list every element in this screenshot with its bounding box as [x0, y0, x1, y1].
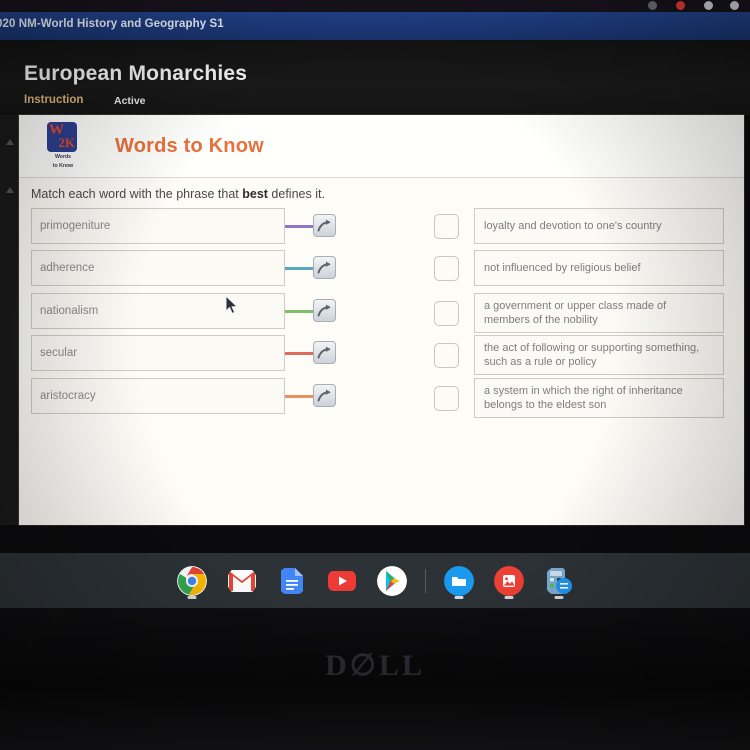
connector-line: [285, 225, 313, 228]
shelf-separator: [424, 568, 426, 593]
definition-text: a government or upper class made of memb…: [484, 300, 667, 326]
files-icon: [443, 565, 474, 596]
tab-dot-2[interactable]: [676, 1, 685, 10]
dell-logo: D∅LL: [325, 649, 425, 682]
page-title: European Monarchies: [24, 62, 248, 85]
word-box[interactable]: nationalism: [31, 293, 285, 329]
definition-checkbox[interactable]: [434, 256, 459, 281]
shelf-item-docs[interactable]: [275, 561, 309, 601]
gmail-icon: [227, 566, 257, 596]
connector-line: [285, 267, 313, 270]
definition-checkbox[interactable]: [434, 301, 459, 326]
shelf-item-chrome[interactable]: [175, 561, 209, 601]
instruction-text-b: defines it.: [267, 187, 325, 201]
w2k-caption-line1: Words: [54, 154, 72, 160]
running-indicator: [504, 596, 513, 599]
play-store-icon: [376, 565, 407, 596]
activity-card: W 2K Words to Know Words to Know Match e…: [19, 115, 744, 525]
definition-text: a system in which the right of inheritan…: [484, 385, 683, 411]
running-indicator: [554, 596, 563, 599]
words-to-know-logo: W 2K Words to Know: [47, 122, 79, 170]
word-label: adherence: [40, 262, 95, 274]
status-badge: Active: [114, 95, 146, 107]
arrow-glyph: [317, 346, 331, 359]
connector-line: [285, 310, 313, 313]
laptop-bezel: D∅LL: [0, 608, 750, 750]
word-box[interactable]: secular: [31, 335, 285, 371]
course-titlebar: 020 NM-World History and Geography S1: [0, 12, 750, 40]
instruction-text-a: Match each word with the phrase that: [31, 187, 243, 201]
rail-triangle-icon: [6, 187, 14, 193]
arrow-curve-right-icon[interactable]: [313, 256, 336, 279]
word-box[interactable]: primogeniture: [31, 208, 285, 244]
connector-line: [285, 395, 313, 398]
rail-triangle-icon: [6, 139, 14, 145]
arrow-glyph: [317, 219, 331, 232]
arrow-curve-right-icon[interactable]: [313, 384, 336, 407]
definition-box[interactable]: a system in which the right of inheritan…: [474, 378, 724, 418]
word-box[interactable]: aristocracy: [31, 378, 285, 414]
calculator-icon: [544, 566, 574, 596]
definition-checkbox[interactable]: [434, 214, 459, 239]
card-header: W 2K Words to Know Words to Know: [19, 115, 744, 178]
instruction-text-emphasis: best: [242, 187, 268, 201]
definition-box[interactable]: not influenced by religious belief: [474, 250, 724, 286]
photos-icon: [493, 565, 524, 596]
arrow-glyph: [317, 261, 331, 274]
shelf-item-calculator[interactable]: [542, 561, 576, 601]
card-title: Words to Know: [115, 135, 264, 157]
w2k-caption-line2: to Know: [52, 162, 74, 169]
definition-box[interactable]: loyalty and devotion to one's country: [474, 208, 724, 244]
chrome-icon: [176, 565, 207, 596]
definition-checkbox[interactable]: [434, 343, 459, 368]
shelf-item-photos[interactable]: [492, 561, 526, 601]
w2k-tile-icon: W 2K: [47, 122, 77, 152]
arrow-glyph: [317, 304, 331, 317]
tab-dot-3[interactable]: [704, 1, 713, 10]
definition-box[interactable]: a government or upper class made of memb…: [474, 293, 724, 333]
browser-tabstrip: [0, 0, 750, 12]
shelf-item-gmail[interactable]: [225, 561, 259, 601]
arrow-curve-right-icon[interactable]: [313, 299, 336, 322]
word-label: primogeniture: [40, 220, 111, 232]
lesson-type-label: Instruction: [24, 94, 84, 106]
google-docs-icon: [277, 566, 307, 596]
running-indicator: [187, 596, 196, 599]
arrow-curve-right-icon[interactable]: [313, 214, 336, 237]
word-box[interactable]: adherence: [31, 250, 285, 286]
tab-dot-1[interactable]: [648, 1, 657, 10]
shelf-item-youtube[interactable]: [325, 561, 359, 601]
lesson-header: European Monarchies Instruction Active: [0, 40, 750, 115]
definition-box[interactable]: the act of following or supporting somet…: [474, 335, 724, 375]
left-rail: [0, 115, 19, 525]
connector-line: [285, 352, 313, 355]
running-indicator: [454, 596, 463, 599]
word-label: nationalism: [40, 305, 99, 317]
word-label: aristocracy: [40, 390, 96, 402]
definition-text: not influenced by religious belief: [484, 262, 641, 274]
arrow-curve-right-icon[interactable]: [313, 341, 336, 364]
chromebook-screen: 020 NM-World History and Geography S1 Eu…: [0, 0, 750, 750]
chromeos-shelf: [0, 553, 750, 608]
word-label: secular: [40, 347, 78, 359]
definition-text: loyalty and devotion to one's country: [484, 220, 662, 232]
youtube-icon: [327, 566, 357, 596]
shelf-item-files[interactable]: [442, 561, 476, 601]
definition-checkbox[interactable]: [434, 386, 459, 411]
tab-dot-4[interactable]: [730, 1, 739, 10]
arrow-glyph: [317, 389, 331, 402]
shelf-item-play-store[interactable]: [375, 561, 409, 601]
matching-area: primogeniture adherence nationalism secular…: [19, 208, 744, 418]
course-title: 020 NM-World History and Geography S1: [0, 18, 224, 30]
instruction-text: Match each word with the phrase that bes…: [31, 187, 325, 201]
definition-text: the act of following or supporting somet…: [484, 342, 700, 368]
w2k-letter-2k: 2K: [58, 135, 75, 150]
